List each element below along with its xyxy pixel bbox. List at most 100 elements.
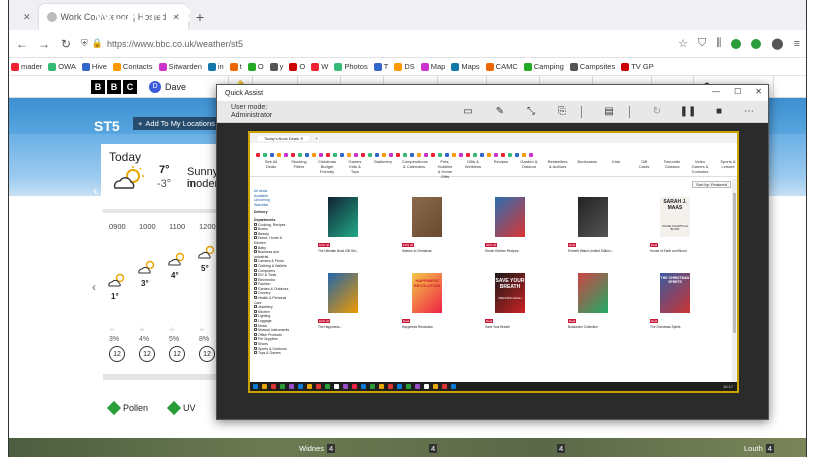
close-tab-icon[interactable]: ✕ [23, 12, 31, 23]
remote-taskbar-icon[interactable] [352, 384, 357, 389]
remote-nav-item[interactable]: Gifts & Wellness [464, 159, 482, 169]
remote-nav-item[interactable]: Bookcases [577, 159, 597, 164]
remote-category-checkbox[interactable]: Health & Personal Care [254, 296, 294, 305]
remote-taskbar-icon[interactable] [316, 384, 321, 389]
bbc-logo[interactable]: BBC [91, 79, 137, 94]
remote-nav-item[interactable]: Sports & Leisure [719, 159, 737, 169]
uv-button[interactable]: UV [166, 400, 196, 416]
remote-taskbar-icon[interactable] [334, 384, 339, 389]
remote-book-cover[interactable]: THE CHRISTMAS SPIRITS [660, 273, 690, 313]
forward-icon[interactable]: → [37, 37, 51, 51]
remote-nav-item[interactable]: Kids [607, 159, 625, 164]
remote-category-checkbox[interactable]: Home, Home & Kitchen [254, 236, 294, 245]
remote-taskbar-icon[interactable] [361, 384, 366, 389]
remote-sort-dropdown[interactable]: Sort by: Featured [692, 181, 731, 188]
remote-book-title[interactable]: The Ultimate Book Gift Set... [318, 249, 396, 253]
bookmark-star-icon[interactable]: ☆ [678, 37, 688, 50]
remote-taskbar-icon[interactable] [262, 384, 267, 389]
reload-icon[interactable]: ↻ [59, 37, 73, 51]
remote-book-title[interactable]: House of Earth and Blood [650, 249, 728, 253]
bookmark-item[interactable]: O [247, 62, 264, 71]
remote-category-checkbox[interactable]: Business and Industrial [254, 250, 294, 259]
toggle-instruction-icon[interactable]: ⎘ [555, 105, 569, 118]
remote-taskbar-icon[interactable] [307, 384, 312, 389]
remote-nav-item[interactable]: Video Games & Consoles [691, 159, 709, 174]
hourly-scrollbar[interactable] [103, 209, 225, 213]
remote-nav-item[interactable]: Stationery [374, 159, 392, 164]
remote-taskbar-icon[interactable] [451, 384, 456, 389]
actual-size-icon[interactable]: ⤡ [524, 105, 538, 118]
bookmark-item[interactable]: W [311, 62, 328, 71]
select-monitor-icon[interactable]: ▭ [461, 105, 475, 118]
remote-taskbar-icon[interactable] [343, 384, 348, 389]
bookmark-item[interactable]: Hive [81, 62, 107, 71]
remote-nav-item[interactable]: Pets, Hobbies & Home Gifts [436, 159, 454, 179]
remote-book-title[interactable]: Save Your Breath [485, 325, 563, 329]
close-button[interactable]: ✕ [755, 87, 762, 96]
scroll-left-arrow[interactable]: ‹ [92, 280, 96, 294]
remote-nav-item[interactable]: Games Kids & Toys [346, 159, 364, 174]
pause-icon[interactable]: ❚❚ [680, 105, 697, 118]
bookmark-item[interactable]: OWA [48, 62, 76, 71]
remote-taskbar-icon[interactable] [397, 384, 402, 389]
remote-nav-item[interactable]: Favourite Classics [663, 159, 681, 169]
remote-taskbar-icon[interactable] [280, 384, 285, 389]
bookmark-item[interactable]: y [269, 62, 283, 71]
hourly-scrollbar-bottom[interactable] [103, 374, 225, 380]
today-forecast-card[interactable]: Today 7° -3° Sunny in moderat [101, 144, 227, 202]
extension-icon[interactable] [731, 38, 742, 49]
remote-book-cover[interactable] [328, 197, 358, 237]
remote-nav-item[interactable]: Christmas Budget Friendly [318, 159, 336, 174]
remote-taskbar-icon[interactable] [424, 384, 429, 389]
end-icon[interactable]: ■ [712, 105, 726, 118]
tab-previous[interactable]: ✕ [9, 4, 39, 30]
remote-taskbar-icon[interactable] [298, 384, 303, 389]
account-link[interactable]: D Dave [149, 80, 186, 93]
remote-book-title[interactable]: Emmett Watch Limited Edition... [568, 249, 646, 253]
remote-book-title[interactable]: Happiness Revolution [402, 325, 480, 329]
weather-title[interactable]: WEATHER [94, 5, 192, 27]
bookmark-item[interactable]: Sitwarden [158, 62, 202, 71]
library-icon[interactable]: ⫼ [716, 37, 721, 50]
remote-book-cover[interactable] [495, 197, 525, 237]
bookmark-item[interactable]: TV GP [621, 62, 654, 71]
remote-book-cover[interactable] [578, 197, 608, 237]
remote-taskbar-icon[interactable] [388, 384, 393, 389]
remote-taskbar-icon[interactable] [433, 384, 438, 389]
remote-book-title[interactable]: The Christmas Spirits [650, 325, 728, 329]
task-manager-icon[interactable]: ▤ [602, 105, 616, 118]
address-bar[interactable]: ⛨ 🔒 https://www.bbc.co.uk/weather/st5 [81, 38, 670, 49]
bookmark-item[interactable]: Map [420, 62, 445, 71]
remote-nav-item[interactable]: Recipes [492, 159, 510, 164]
bookmark-item[interactable]: O [289, 62, 305, 71]
remote-nav-item[interactable]: Compendiums & Calendars [402, 159, 428, 169]
remote-nav-item[interactable]: See All Deals [262, 159, 280, 169]
minimize-button[interactable]: — [712, 87, 720, 96]
remote-taskbar-icon[interactable] [370, 384, 375, 389]
add-location-button[interactable]: + Add To My Locations [133, 117, 220, 130]
remote-book-cover[interactable] [412, 197, 442, 237]
remote-taskbar-icon[interactable] [442, 384, 447, 389]
remote-scroll-thumb[interactable] [733, 193, 736, 333]
menu-icon[interactable]: ≡ [794, 38, 800, 50]
pocket-icon[interactable]: ⛉ [698, 37, 706, 50]
bookmark-item[interactable]: T [373, 62, 388, 71]
remote-taskbar-icon[interactable] [406, 384, 411, 389]
remote-taskbar-icon[interactable] [325, 384, 330, 389]
bookmark-item[interactable]: Contacts [112, 62, 153, 71]
remote-taskbar-icon[interactable] [271, 384, 276, 389]
quick-assist-titlebar[interactable]: Quick Assist — ☐ ✕ [217, 85, 768, 101]
remote-taskbar-icon[interactable] [415, 384, 420, 389]
bookmark-item[interactable]: in [207, 62, 224, 71]
extension-icon[interactable] [751, 38, 762, 49]
restart-icon[interactable]: ↻ [650, 105, 664, 118]
bookmark-item[interactable]: Camping [523, 62, 564, 71]
weather-map[interactable] [9, 438, 806, 457]
annotate-icon[interactable]: ✎ [493, 105, 507, 118]
bookmark-item[interactable]: Maps [451, 62, 480, 71]
extension-icon[interactable]: ⬤ [771, 37, 783, 50]
bookmark-item[interactable]: CAMC [485, 62, 518, 71]
remote-taskbar-icon[interactable] [253, 384, 258, 389]
back-icon[interactable]: ← [15, 37, 29, 51]
bookmark-item[interactable]: Campsites [569, 62, 615, 71]
